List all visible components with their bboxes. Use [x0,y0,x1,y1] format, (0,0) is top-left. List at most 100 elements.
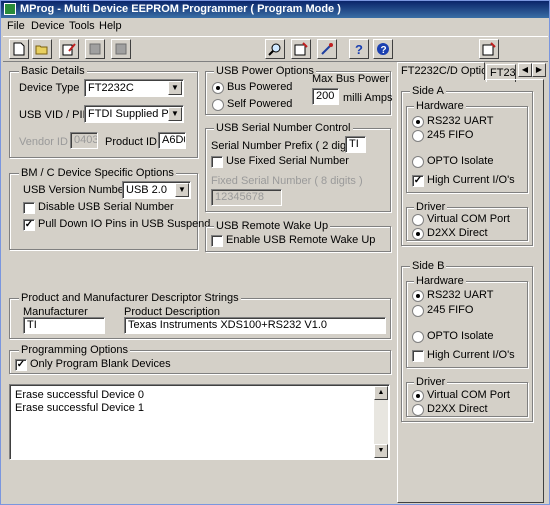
usb-version-value: USB 2.0 [126,184,167,196]
disabled-button-1[interactable] [85,39,105,59]
chevron-down-icon[interactable]: ▼ [175,183,189,197]
log-output[interactable]: Erase successful Device 0 Erase successf… [9,384,390,460]
disable-serial-label: Disable USB Serial Number [38,201,174,213]
device-type-label: Device Type [19,82,80,94]
log-line: Erase successful Device 1 [15,402,144,414]
side-a-hardware-title: Hardware [414,100,466,112]
use-fixed-serial-checkbox[interactable] [211,156,223,168]
help-button[interactable]: ? [349,39,369,59]
tab-scroll-right-icon[interactable]: ▶ [532,63,546,77]
side-a-fifo-label: 245 FIFO [427,129,474,141]
side-a-high-current-label: High Current I/O's [427,174,515,186]
stop-icon [89,43,101,55]
new-button[interactable] [9,39,29,59]
open-button[interactable] [32,39,52,59]
menu-help[interactable]: Help [99,20,122,32]
help-icon: ? [355,42,363,56]
svg-text:?: ? [381,45,387,56]
edit-button[interactable] [59,39,79,59]
self-powered-label: Self Powered [227,98,293,110]
max-bus-power-input[interactable]: 200 [312,88,339,105]
title-bar[interactable]: MProg - Multi Device EEPROM Programmer (… [1,1,549,18]
bus-powered-radio[interactable] [212,82,224,94]
side-a-vcp-radio[interactable] [412,214,424,226]
side-b-rs232-label: RS232 UART [427,289,494,301]
usb-serial-title: USB Serial Number Control [214,122,353,134]
side-b-vcp-radio[interactable] [412,390,424,402]
scroll-down-icon[interactable]: ▼ [374,444,388,458]
menu-device[interactable]: Device [31,20,65,32]
stop-icon [115,43,127,55]
side-a-rs232-radio[interactable] [412,116,424,128]
side-b-vcp-label: Virtual COM Port [427,389,510,401]
side-a-opto-label: OPTO Isolate [427,155,494,167]
usb-version-label: USB Version Number [23,184,128,196]
tab-ft2232cd-options[interactable]: FT2232C/D Options [397,62,485,80]
manufacturer-input[interactable]: TI [23,317,105,334]
app-window: MProg - Multi Device EEPROM Programmer (… [0,0,550,505]
menu-file[interactable]: File [7,20,25,32]
chevron-down-icon[interactable]: ▼ [168,107,182,121]
log-scrollbar[interactable]: ▲ ▼ [374,386,388,458]
toolbar: ? ? [3,36,548,62]
scroll-up-icon[interactable]: ▲ [374,386,388,400]
program-button[interactable] [291,39,311,59]
open-folder-icon [35,45,48,55]
usb-version-select[interactable]: USB 2.0 ▼ [122,181,191,199]
program-all-button[interactable] [479,39,499,59]
blank-only-checkbox[interactable]: ✓ [15,359,27,371]
side-b-driver-title: Driver [414,376,448,388]
side-b-fifo-radio[interactable] [412,305,424,317]
disable-serial-checkbox[interactable] [23,202,35,214]
log-line: Erase successful Device 0 [15,389,144,401]
side-b-rs232-radio[interactable] [412,290,424,302]
side-a-d2xx-radio[interactable] [412,228,424,240]
remote-wake-title: USB Remote Wake Up [214,220,331,232]
vendor-id-input[interactable]: 0403 [70,132,98,149]
side-b-d2xx-label: D2XX Direct [427,403,488,415]
side-b-high-current-checkbox[interactable] [412,350,424,362]
window-title: MProg - Multi Device EEPROM Programmer (… [20,3,341,15]
side-b-opto-label: OPTO Isolate [427,330,494,342]
remote-wake-label: Enable USB Remote Wake Up [226,234,376,246]
product-description-input[interactable]: Texas Instruments XDS100+RS232 V1.0 [124,317,386,334]
programming-options-title: Programming Options [19,344,130,356]
self-powered-radio[interactable] [212,99,224,111]
side-a-d2xx-label: D2XX Direct [427,227,488,239]
milli-amps-label: milli Amps [343,92,393,104]
side-a-high-current-checkbox[interactable]: ✓ [412,175,424,187]
side-b-d2xx-radio[interactable] [412,404,424,416]
tool-button[interactable] [317,39,337,59]
side-b-opto-radio[interactable] [412,331,424,343]
device-type-select[interactable]: FT2232C ▼ [84,79,184,97]
vendor-id-label: Vendor ID [19,136,68,148]
pull-down-label: Pull Down IO Pins in USB Suspend [38,218,211,230]
max-bus-power-label: Max Bus Power [312,73,390,85]
device-type-value: FT2232C [88,82,134,94]
disabled-button-2[interactable] [111,39,131,59]
vid-pid-value: FTDI Supplied PID [88,108,180,120]
menu-tools[interactable]: Tools [69,20,95,32]
fixed-serial-label: Fixed Serial Number ( 8 digits ) [211,175,363,187]
product-id-label: Product ID [105,136,157,148]
about-icon: ? [377,43,389,56]
tab-scroll-left-icon[interactable]: ◀ [518,63,532,77]
side-a-opto-radio[interactable] [412,156,424,168]
basic-details-title: Basic Details [19,65,87,77]
side-b-high-current-label: High Current I/O's [427,349,515,361]
scan-button[interactable] [265,39,285,59]
bus-powered-label: Bus Powered [227,81,293,93]
side-a-fifo-radio[interactable] [412,130,424,142]
side-a-rs232-label: RS232 UART [427,115,494,127]
use-fixed-serial-label: Use Fixed Serial Number [226,155,349,167]
serial-prefix-input[interactable]: TI [345,136,366,153]
vid-pid-select[interactable]: FTDI Supplied PID ▼ [84,105,184,123]
blank-only-label: Only Program Blank Devices [30,358,171,370]
remote-wake-checkbox[interactable] [211,235,223,247]
about-button[interactable]: ? [373,39,393,59]
product-id-input[interactable]: A6D0 [158,132,186,149]
side-b-title: Side B [410,260,447,272]
chevron-down-icon[interactable]: ▼ [168,81,182,95]
fixed-serial-input[interactable]: 12345678 [211,189,282,206]
pull-down-checkbox[interactable]: ✓ [23,219,35,231]
